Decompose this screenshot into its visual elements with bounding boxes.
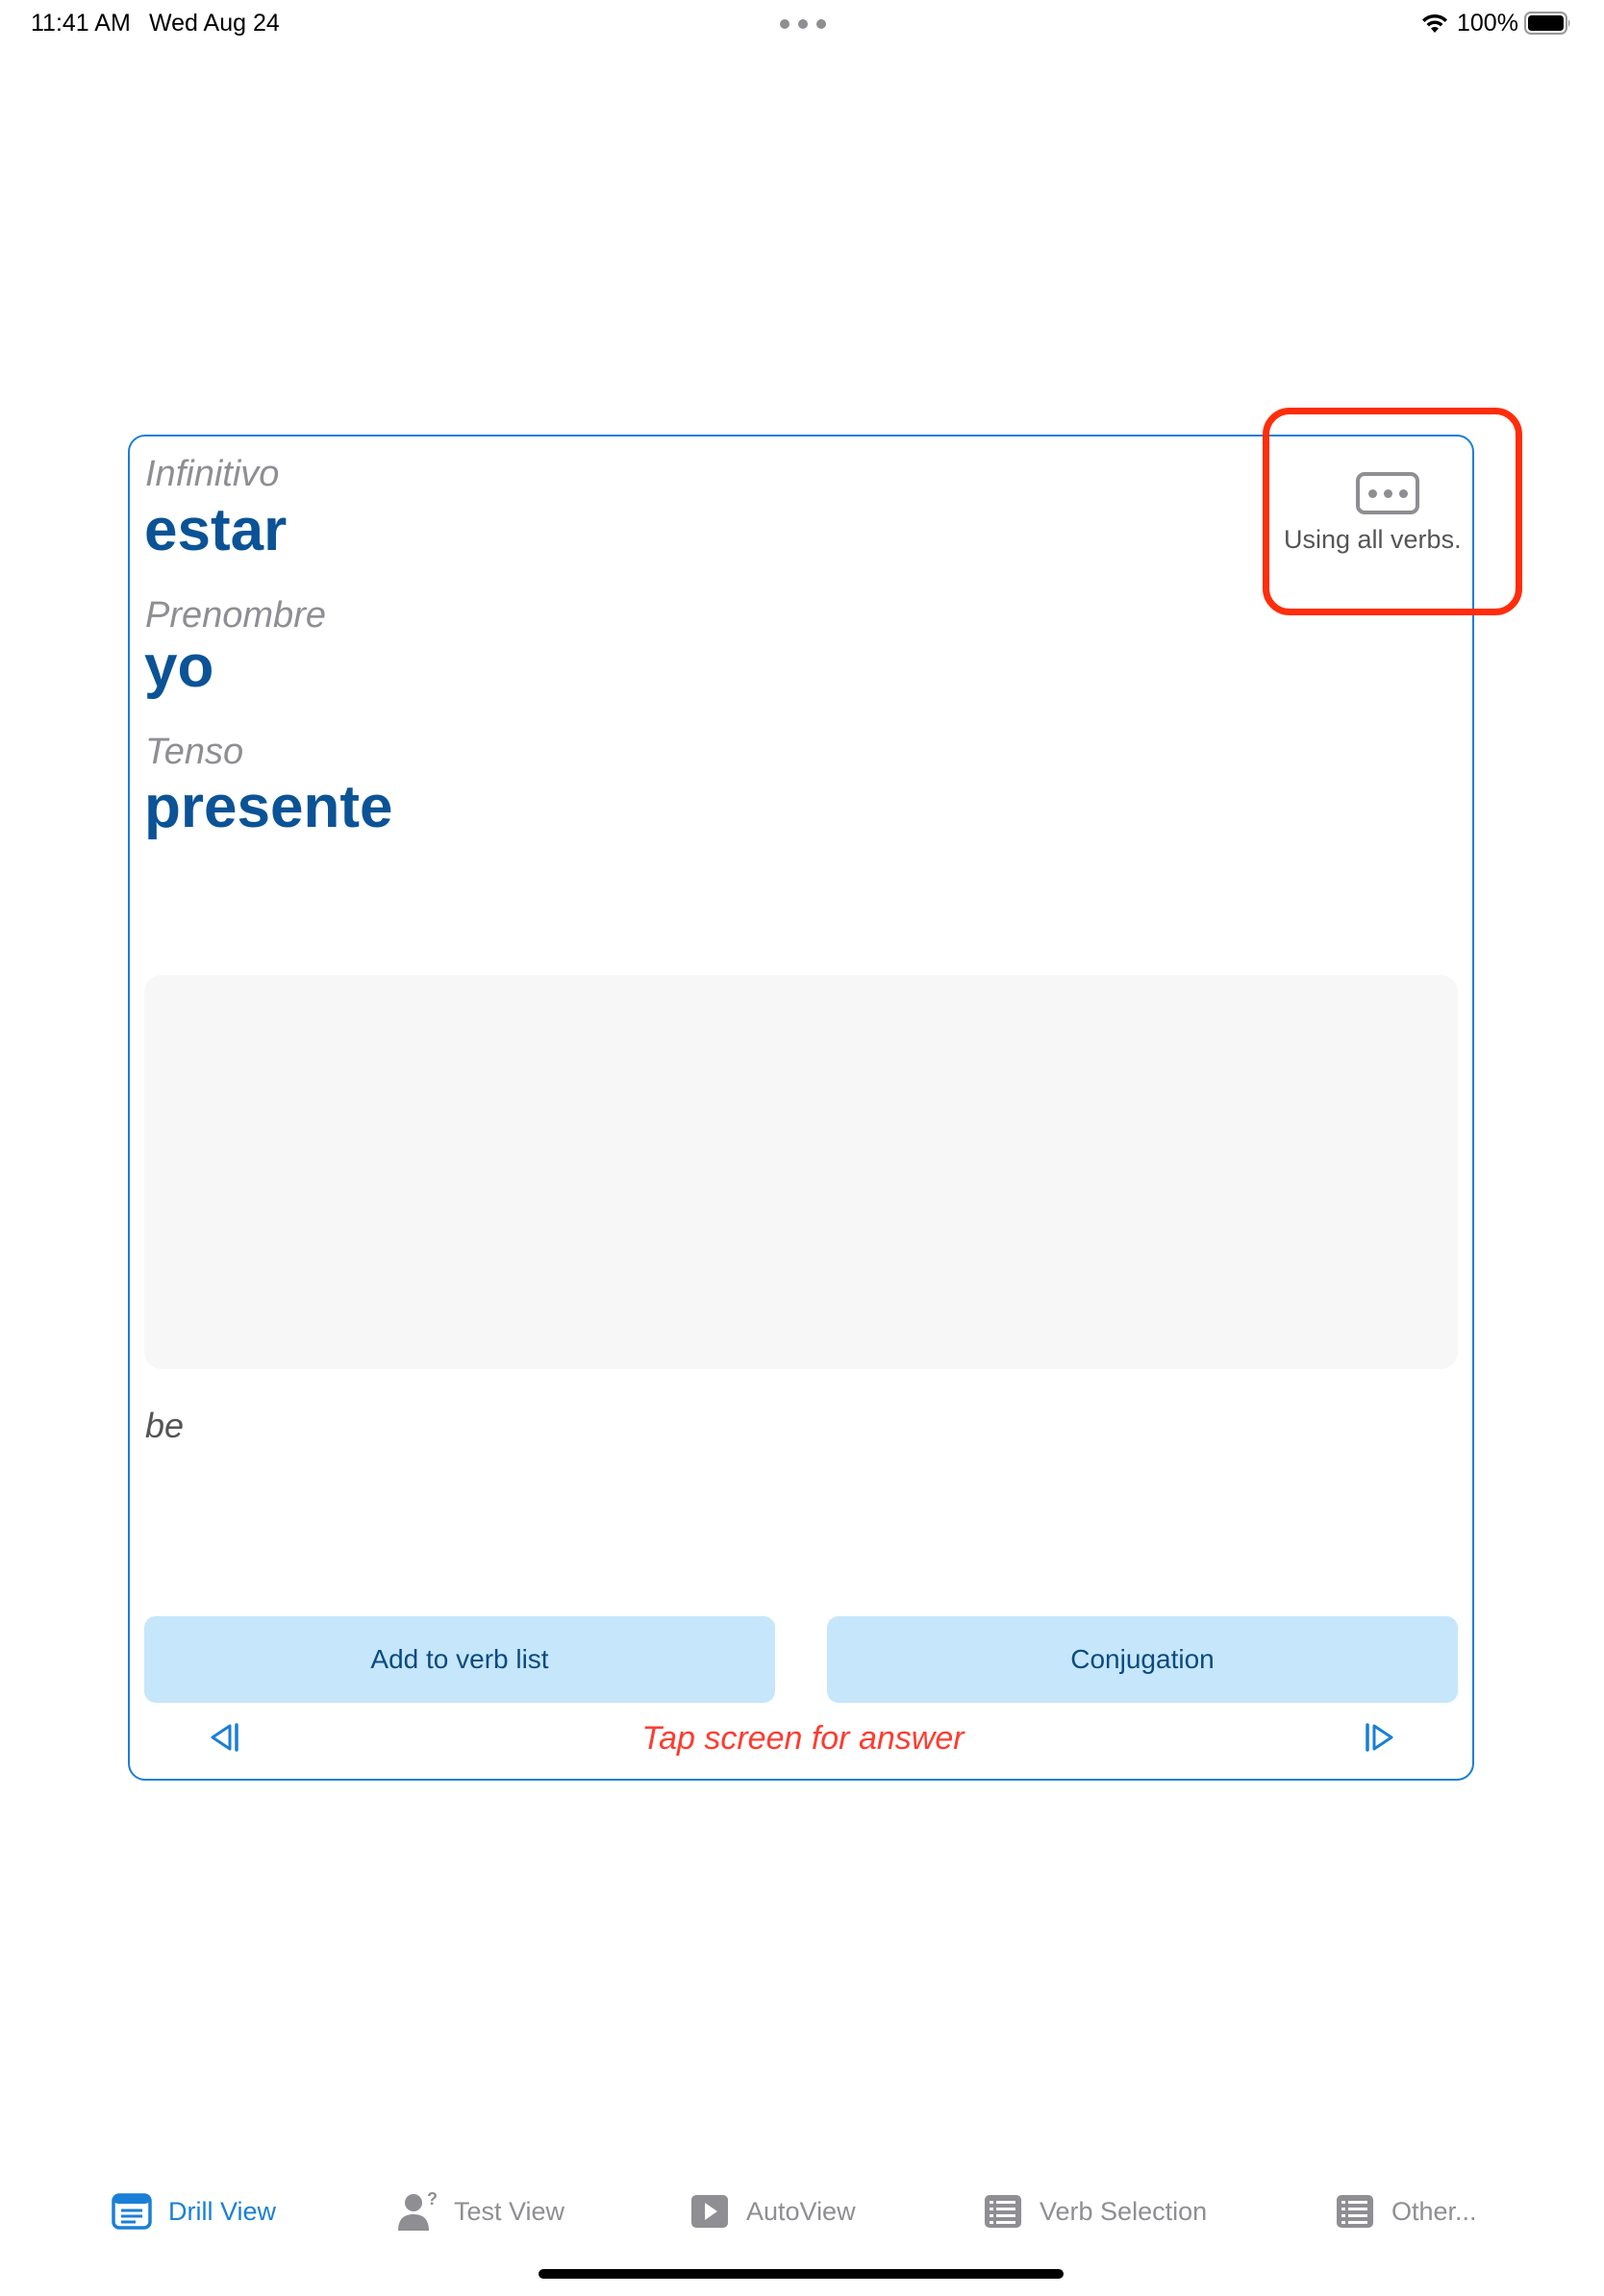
verb-selection-icon: [985, 2195, 1021, 2228]
status-time: 11:41 AM: [31, 10, 131, 37]
tense-value: presente: [144, 774, 393, 840]
other-icon: [1337, 2195, 1373, 2228]
add-to-verb-list-button[interactable]: Add to verb list: [144, 1616, 775, 1703]
answer-area[interactable]: [144, 975, 1458, 1369]
tab-autoview[interactable]: AutoView: [689, 2183, 856, 2240]
verb-meaning: be: [145, 1406, 185, 1445]
status-bar: 11:41 AM Wed Aug 24 100%: [0, 0, 1604, 48]
annotation-highlight: [1263, 408, 1522, 615]
tab-bar: Drill View ? Test View AutoView Verb Sel…: [0, 2183, 1604, 2259]
svg-text:?: ?: [427, 2190, 438, 2209]
test-view-icon: ?: [398, 2190, 438, 2231]
battery-percent: 100%: [1457, 10, 1518, 37]
drill-card[interactable]: Infinitivo estar Prenombre yo Tenso pres…: [128, 408, 1522, 1781]
pronoun-value: yo: [144, 634, 214, 700]
tab-test-view[interactable]: ? Test View: [396, 2183, 564, 2240]
battery-icon: [1524, 12, 1570, 35]
drill-view-icon: [112, 2193, 152, 2230]
autoview-icon: [691, 2195, 728, 2228]
multitasking-dots-icon[interactable]: [780, 19, 826, 29]
tab-label: Other...: [1391, 2196, 1477, 2226]
status-date: Wed Aug 24: [149, 10, 280, 37]
pronoun-label: Prenombre: [145, 595, 326, 636]
tense-label: Tenso: [145, 732, 244, 772]
tab-label: Test View: [454, 2196, 565, 2226]
home-indicator[interactable]: [539, 2269, 1064, 2279]
next-icon[interactable]: [1363, 1720, 1397, 1755]
conjugation-button[interactable]: Conjugation: [827, 1616, 1458, 1703]
infinitive-label: Infinitivo: [145, 454, 280, 494]
tab-other[interactable]: Other...: [1334, 2183, 1477, 2240]
tab-label: Drill View: [168, 2196, 277, 2226]
wifi-icon: [1422, 13, 1447, 33]
tab-label: Verb Selection: [1040, 2196, 1208, 2226]
tap-for-answer-hint: Tap screen for answer: [641, 1720, 965, 1757]
tab-label: AutoView: [746, 2196, 856, 2226]
tab-verb-selection[interactable]: Verb Selection: [982, 2183, 1207, 2240]
tab-drill-view[interactable]: Drill View: [111, 2183, 276, 2240]
infinitive-value: estar: [144, 497, 288, 563]
